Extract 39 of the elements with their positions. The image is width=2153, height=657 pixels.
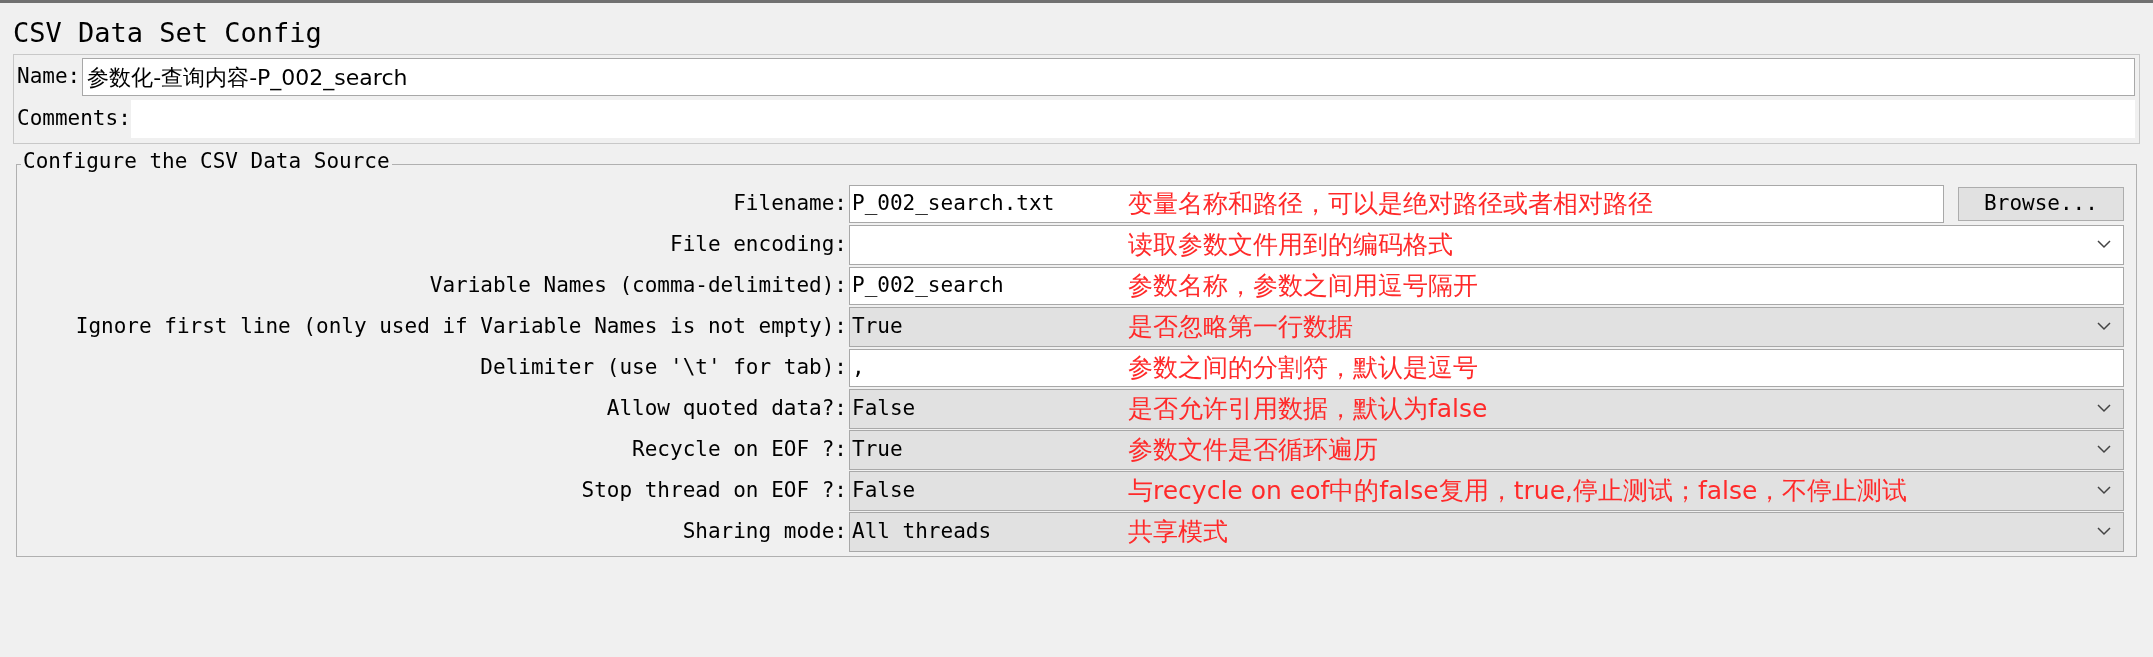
chevron-down-icon (2097, 486, 2111, 495)
annotation: 参数名称，参数之间用逗号隔开 (1128, 273, 1478, 298)
text-field[interactable]: P_002_search.txt 变量名称和路径，可以是绝对路径或者相对路径 (849, 184, 1944, 223)
text-field[interactable]: P_002_search 参数名称，参数之间用逗号隔开 (849, 266, 2124, 305)
dropdown[interactable]: All threads 共享模式 (849, 511, 2124, 552)
dropdown[interactable]: False 与recycle on eof中的false复用，true,停止测试；false，不停止测试 (849, 470, 2124, 511)
field-label: Delimiter (use '\t' for tab): (479, 353, 848, 381)
text-field[interactable]: , 参数之间的分割符，默认是逗号 (849, 348, 2124, 387)
field-label: File encoding: (669, 230, 848, 258)
dropdown[interactable]: 读取参数文件用到的编码格式 (849, 224, 2124, 265)
panel-title: CSV Data Set Config (12, 16, 323, 50)
annotation: 参数之间的分割符，默认是逗号 (1128, 355, 1478, 380)
field-label: Sharing mode: (681, 517, 848, 545)
field-label: Name: (17, 63, 81, 91)
field-label: Filename: (732, 189, 848, 217)
group-legend: Configure the CSV Data Source (21, 151, 392, 172)
field-label: Recycle on EOF ?: (631, 435, 848, 463)
annotation: 是否忽略第一行数据 (1128, 314, 1353, 339)
annotation: 读取参数文件用到的编码格式 (1128, 232, 1453, 257)
annotation: 是否允许引用数据，默认为false (1128, 396, 1488, 421)
dropdown[interactable]: True 是否忽略第一行数据 (849, 306, 2124, 347)
annotation: 变量名称和路径，可以是绝对路径或者相对路径 (1128, 191, 1653, 216)
chevron-down-icon (2097, 527, 2111, 536)
field-label: Comments: (17, 105, 131, 133)
field-label: Variable Names (comma-delimited): (428, 271, 848, 299)
annotation: 共享模式 (1128, 519, 1228, 544)
name-field[interactable]: 参数化-查询内容-P_002_search (82, 58, 2135, 96)
field-label: Ignore first line (only used if Variable Names is not empty): (74, 312, 848, 340)
chevron-down-icon (2097, 404, 2111, 413)
chevron-down-icon (2097, 322, 2111, 331)
field-label: Stop thread on EOF ?: (580, 476, 848, 504)
chevron-down-icon (2097, 445, 2111, 454)
dropdown[interactable]: False 是否允许引用数据，默认为false (849, 388, 2124, 429)
chevron-down-icon (2097, 240, 2111, 249)
annotation: 与recycle on eof中的false复用，true,停止测试；false，不停止测试 (1128, 478, 1908, 503)
field-label: Allow quoted data?: (605, 394, 848, 422)
browse-button[interactable]: Browse... (1958, 186, 2124, 221)
dropdown[interactable]: True 参数文件是否循环遍历 (849, 429, 2124, 470)
annotation: 参数文件是否循环遍历 (1128, 437, 1378, 462)
